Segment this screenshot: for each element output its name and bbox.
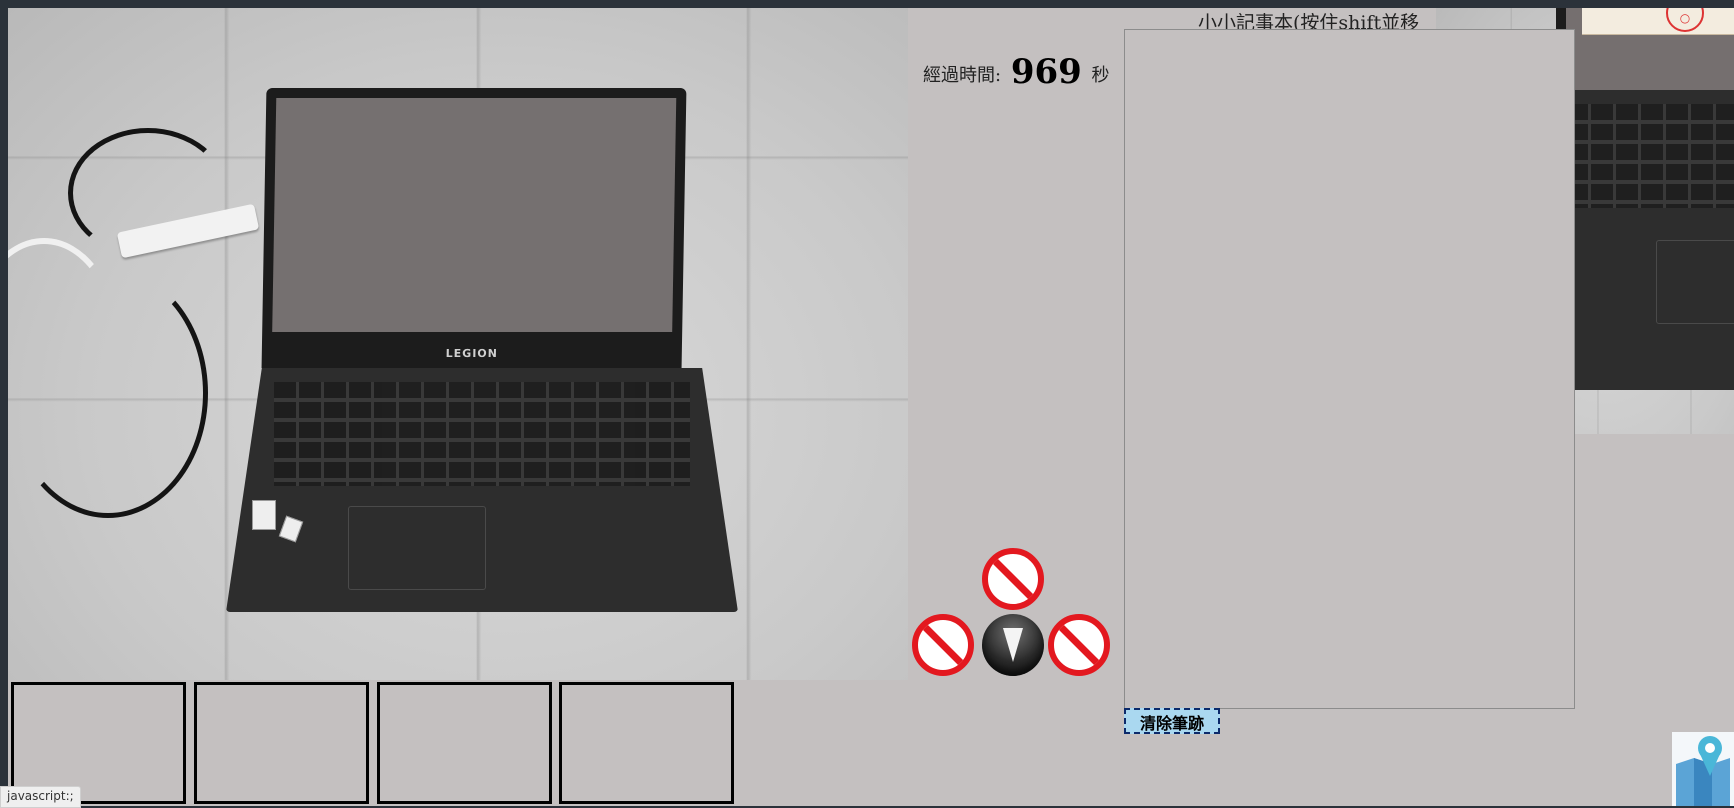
timer-label: 經過時間:	[923, 65, 1002, 86]
laptop-screen[interactable]: LEGION	[261, 88, 687, 368]
compass-arrow-icon[interactable]	[982, 614, 1044, 676]
no-entry-icon[interactable]	[982, 548, 1044, 610]
qr-sticker	[252, 500, 276, 530]
paper-note[interactable]: ○	[1582, 8, 1734, 35]
no-entry-icon[interactable]	[912, 614, 974, 676]
stamp: ○	[1666, 8, 1704, 32]
notepad-canvas[interactable]	[1124, 29, 1575, 709]
room-view-photo[interactable]: LEGION	[8, 8, 908, 680]
timer-unit: 秒	[1091, 65, 1110, 86]
map-pin-icon[interactable]	[1672, 732, 1734, 806]
laptop-base[interactable]	[226, 368, 738, 612]
laptop-display[interactable]	[272, 98, 677, 332]
inventory-slot[interactable]	[377, 682, 552, 804]
elapsed-timer: 經過時間: 969 秒	[923, 52, 1110, 92]
laptop-touchpad[interactable]	[348, 506, 486, 590]
no-entry-icon[interactable]	[1048, 614, 1110, 676]
clear-strokes-button[interactable]: 清除筆跡	[1124, 708, 1220, 734]
sticker	[278, 515, 304, 543]
laptop-brand: LEGION	[445, 347, 499, 360]
inventory-slot[interactable]	[194, 682, 369, 804]
cable	[68, 128, 228, 258]
inventory-slot[interactable]	[559, 682, 734, 804]
status-bar: javascript:;	[0, 786, 81, 808]
game-stage: LEGION ○ 經過時間: 969 秒 小小記事本(按住shift並移 清除筆…	[8, 8, 1734, 806]
laptop-keyboard[interactable]	[274, 382, 690, 486]
timer-value: 969	[1010, 52, 1082, 92]
